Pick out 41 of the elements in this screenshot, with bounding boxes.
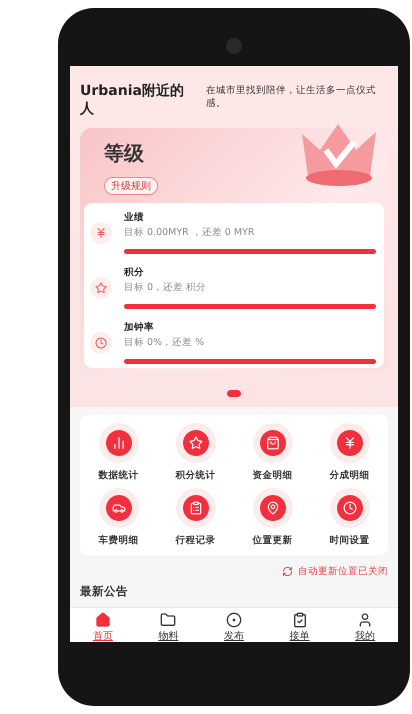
map-pin-icon[interactable] bbox=[252, 488, 292, 528]
yen-icon bbox=[90, 222, 112, 244]
tab[interactable]: 我的 bbox=[332, 612, 398, 642]
metric-name: 业绩 bbox=[124, 211, 145, 224]
user-icon bbox=[357, 612, 374, 628]
metric-name: 积分 bbox=[124, 266, 145, 279]
tab[interactable]: 发布 bbox=[201, 612, 267, 642]
shortcut-label[interactable]: 行程记录 bbox=[176, 534, 216, 547]
app-tagline: 在城市里找到陪伴，让生活多一点仪式感。 bbox=[206, 84, 377, 110]
shortcut-label[interactable]: 位置更新 bbox=[252, 534, 292, 547]
target-icon bbox=[226, 612, 242, 628]
metric-detail: 目标 0.00MYR ，还差 0 MYR bbox=[124, 226, 256, 239]
shortcut-label[interactable]: 数据统计 bbox=[98, 469, 138, 482]
tab[interactable]: 物料 bbox=[136, 612, 202, 642]
metric-detail: 目标 0%，还差 % bbox=[124, 336, 206, 349]
upgrade-rules-button[interactable]: 升级规则 bbox=[104, 177, 158, 195]
clipboard-icon[interactable] bbox=[176, 488, 216, 528]
app-title: Urbania附近的人 bbox=[80, 82, 185, 118]
shortcut-label[interactable]: 车费明细 bbox=[98, 534, 138, 547]
page-indicator bbox=[227, 390, 241, 397]
clock-icon bbox=[90, 332, 112, 354]
folder-icon bbox=[160, 612, 176, 628]
shortcut-label[interactable]: 积分统计 bbox=[176, 469, 216, 482]
level-title: 等级 bbox=[104, 140, 145, 167]
clock-icon[interactable] bbox=[330, 488, 370, 528]
money-bag-icon[interactable] bbox=[252, 423, 292, 463]
shortcut-label[interactable]: 时间设置 bbox=[330, 534, 370, 547]
shortcut-label[interactable]: 分成明细 bbox=[330, 469, 370, 482]
refresh-icon bbox=[282, 566, 293, 577]
location-status: 自动更新位置已关闭 bbox=[298, 565, 388, 578]
announcements-heading: 最新公告 bbox=[79, 583, 129, 600]
bar-chart-icon[interactable] bbox=[98, 423, 138, 463]
metric-detail: 目标 0，还差 积分 bbox=[124, 281, 208, 294]
tab[interactable]: 接单 bbox=[266, 612, 332, 642]
yen-icon[interactable] bbox=[330, 423, 370, 463]
clipboard-icon bbox=[292, 612, 308, 628]
home-icon bbox=[94, 612, 111, 628]
metric-name: 加钟率 bbox=[124, 321, 155, 334]
car-icon[interactable] bbox=[98, 488, 138, 528]
tab[interactable]: 首页 bbox=[70, 612, 136, 642]
shortcut-label[interactable]: 资金明细 bbox=[252, 469, 292, 482]
